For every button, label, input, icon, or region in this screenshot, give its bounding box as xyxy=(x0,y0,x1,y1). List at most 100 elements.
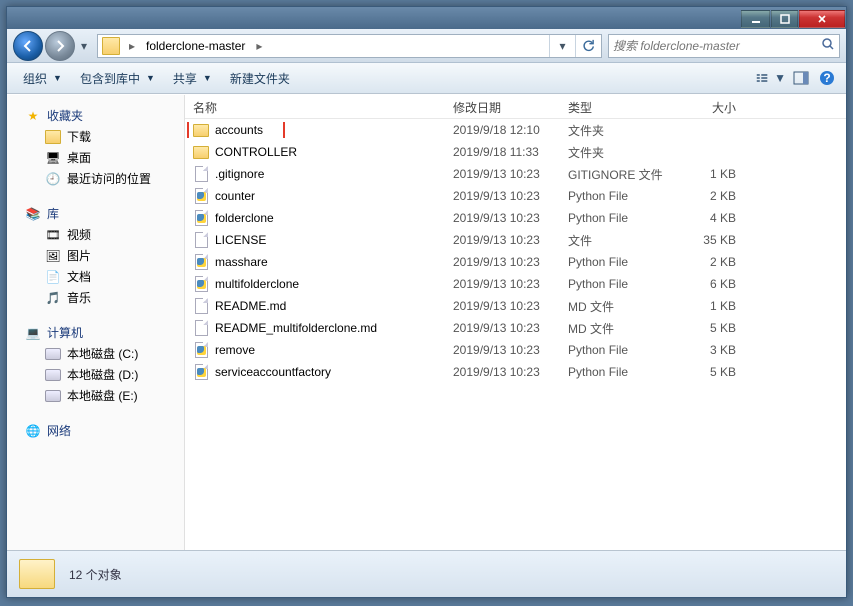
chevron-down-icon: ▼ xyxy=(203,73,212,83)
column-size[interactable]: 大小 xyxy=(680,99,750,116)
file-date: 2019/9/13 10:23 xyxy=(445,233,560,247)
file-type: Python File xyxy=(560,365,680,379)
file-icon xyxy=(193,364,209,380)
minimize-button[interactable] xyxy=(741,10,770,28)
forward-button[interactable] xyxy=(45,31,75,61)
file-name: CONTROLLER xyxy=(215,145,297,159)
new-folder-button[interactable]: 新建文件夹 xyxy=(222,66,300,90)
music-icon: 🎵 xyxy=(45,290,61,306)
file-size: 6 KB xyxy=(680,277,750,291)
file-icon xyxy=(193,342,209,358)
file-row[interactable]: README_multifolderclone.md2019/9/13 10:2… xyxy=(185,317,846,339)
chevron-right-icon[interactable]: ▸ xyxy=(251,39,267,53)
file-type: Python File xyxy=(560,189,680,203)
preview-pane-button[interactable] xyxy=(786,66,816,90)
file-row[interactable]: folderclone2019/9/13 10:23Python File4 K… xyxy=(185,207,846,229)
file-type: 文件 xyxy=(560,232,680,249)
downloads-icon xyxy=(45,129,61,145)
search-icon[interactable] xyxy=(821,37,835,54)
sidebar-item-videos[interactable]: 🎞视频 xyxy=(7,224,184,245)
include-in-library-button[interactable]: 包含到库中▼ xyxy=(72,66,165,90)
file-size: 3 KB xyxy=(680,343,750,357)
file-list[interactable]: accounts2019/9/18 12:10文件夹 CONTROLLER 2019… xyxy=(185,119,846,550)
file-date: 2019/9/13 10:23 xyxy=(445,321,560,335)
file-size: 2 KB xyxy=(680,189,750,203)
file-row[interactable]: remove2019/9/13 10:23Python File3 KB xyxy=(185,339,846,361)
sidebar-item-drive-e[interactable]: 本地磁盘 (E:) xyxy=(7,385,184,406)
status-bar: 12 个对象 xyxy=(7,550,846,597)
file-name: folderclone xyxy=(215,211,274,225)
file-row[interactable]: .gitignore2019/9/13 10:23GITIGNORE 文件1 K… xyxy=(185,163,846,185)
file-row[interactable]: accounts2019/9/18 12:10文件夹 xyxy=(185,119,846,141)
sidebar-item-drive-c[interactable]: 本地磁盘 (C:) xyxy=(7,343,184,364)
drive-icon xyxy=(45,367,61,383)
file-type: Python File xyxy=(560,277,680,291)
file-icon xyxy=(193,166,209,182)
sidebar-libraries-header[interactable]: 📚库 xyxy=(7,203,184,224)
navigation-pane: ★收藏夹 下载 🖥桌面 🕘最近访问的位置 📚库 🎞视频 🖼图片 📄文档 🎵音乐 … xyxy=(7,95,185,550)
search-input[interactable] xyxy=(613,39,821,53)
file-icon xyxy=(193,210,209,226)
drive-icon xyxy=(45,388,61,404)
file-name: masshare xyxy=(215,255,268,269)
toolbar: 组织▼ 包含到库中▼ 共享▼ 新建文件夹 ▼ ? xyxy=(7,63,846,94)
sidebar-computer-header[interactable]: 💻计算机 xyxy=(7,322,184,343)
sidebar-network-header[interactable]: 🌐网络 xyxy=(7,420,184,441)
sidebar-item-downloads[interactable]: 下载 xyxy=(7,126,184,147)
organize-button[interactable]: 组织▼ xyxy=(15,66,72,90)
column-name[interactable]: 名称 xyxy=(185,99,445,116)
file-date: 2019/9/13 10:23 xyxy=(445,167,560,181)
file-date: 2019/9/18 11:33 xyxy=(445,145,560,159)
drive-icon xyxy=(45,346,61,362)
sidebar-item-recent[interactable]: 🕘最近访问的位置 xyxy=(7,168,184,189)
address-bar[interactable]: ▸ folderclone-master ▸ ▾ xyxy=(97,34,602,58)
breadcrumb-segment[interactable]: folderclone-master xyxy=(140,35,251,57)
chevron-right-icon[interactable]: ▸ xyxy=(124,39,140,53)
file-row[interactable]: masshare2019/9/13 10:23Python File2 KB xyxy=(185,251,846,273)
file-icon xyxy=(193,254,209,270)
sidebar-item-music[interactable]: 🎵音乐 xyxy=(7,287,184,308)
address-dropdown-icon[interactable]: ▾ xyxy=(549,35,575,57)
help-button[interactable]: ? xyxy=(816,66,838,90)
network-icon: 🌐 xyxy=(25,423,41,439)
desktop-icon: 🖥 xyxy=(45,150,61,166)
column-date[interactable]: 修改日期 xyxy=(445,99,560,116)
file-row[interactable]: CONTROLLER2019/9/18 11:33文件夹 xyxy=(185,141,846,163)
sidebar-item-pictures[interactable]: 🖼图片 xyxy=(7,245,184,266)
search-box[interactable] xyxy=(608,34,840,58)
file-date: 2019/9/13 10:23 xyxy=(445,211,560,225)
file-icon xyxy=(193,188,209,204)
file-row[interactable]: serviceaccountfactory2019/9/13 10:23Pyth… xyxy=(185,361,846,383)
view-options-button[interactable]: ▼ xyxy=(756,66,786,90)
file-row[interactable]: README.md2019/9/13 10:23MD 文件1 KB xyxy=(185,295,846,317)
file-icon xyxy=(193,320,209,336)
file-row[interactable]: multifolderclone2019/9/13 10:23Python Fi… xyxy=(185,273,846,295)
file-row[interactable]: LICENSE2019/9/13 10:23文件35 KB xyxy=(185,229,846,251)
sidebar-item-drive-d[interactable]: 本地磁盘 (D:) xyxy=(7,364,184,385)
file-size: 4 KB xyxy=(680,211,750,225)
share-button[interactable]: 共享▼ xyxy=(165,66,222,90)
sidebar-favorites-header[interactable]: ★收藏夹 xyxy=(7,105,184,126)
sidebar-item-documents[interactable]: 📄文档 xyxy=(7,266,184,287)
video-icon: 🎞 xyxy=(45,227,61,243)
maximize-button[interactable] xyxy=(771,10,798,28)
file-icon xyxy=(193,232,209,248)
file-list-pane: 名称 修改日期 类型 大小 accounts2019/9/18 12:10文件夹… xyxy=(185,95,846,550)
history-dropdown-icon[interactable]: ▾ xyxy=(77,35,91,57)
file-size: 2 KB xyxy=(680,255,750,269)
file-name: serviceaccountfactory xyxy=(215,365,331,379)
file-date: 2019/9/13 10:23 xyxy=(445,277,560,291)
file-size: 35 KB xyxy=(680,233,750,247)
file-date: 2019/9/13 10:23 xyxy=(445,343,560,357)
file-name: README.md xyxy=(215,299,286,313)
column-type[interactable]: 类型 xyxy=(560,99,680,116)
refresh-button[interactable] xyxy=(575,35,601,57)
file-date: 2019/9/13 10:23 xyxy=(445,189,560,203)
file-date: 2019/9/18 12:10 xyxy=(445,123,560,137)
sidebar-item-desktop[interactable]: 🖥桌面 xyxy=(7,147,184,168)
file-size: 5 KB xyxy=(680,365,750,379)
file-row[interactable]: counter2019/9/13 10:23Python File2 KB xyxy=(185,185,846,207)
close-button[interactable] xyxy=(799,10,845,28)
back-button[interactable] xyxy=(13,31,43,61)
file-icon xyxy=(193,122,209,138)
